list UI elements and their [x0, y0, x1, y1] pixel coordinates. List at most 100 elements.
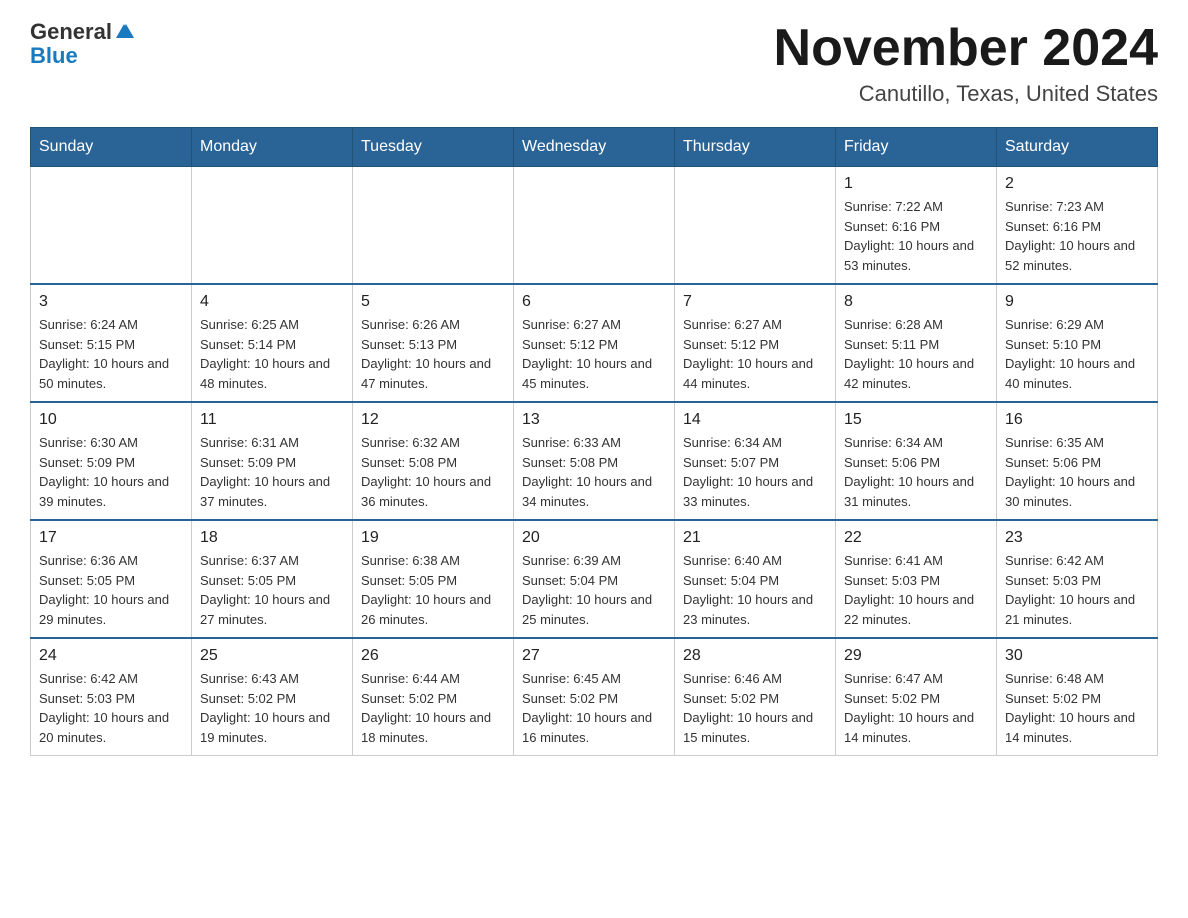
- day-number: 20: [522, 529, 666, 547]
- calendar-day-cell: 21 Sunrise: 6:40 AMSunset: 5:04 PMDayligh…: [675, 520, 836, 638]
- calendar-week-row: 24Sunrise: 6:42 AMSunset: 5:03 PMDayligh…: [31, 638, 1158, 756]
- calendar-day-cell: 10Sunrise: 6:30 AMSunset: 5:09 PMDayligh…: [31, 402, 192, 520]
- calendar-day-header: Saturday: [997, 128, 1158, 167]
- day-number: 4: [200, 293, 344, 311]
- day-info: Sunrise: 6:37 AMSunset: 5:05 PMDaylight:…: [200, 551, 344, 629]
- calendar-day-cell: 30Sunrise: 6:48 AMSunset: 5:02 PMDayligh…: [997, 638, 1158, 756]
- logo-blue-text: Blue: [30, 43, 78, 68]
- month-title: November 2024: [774, 20, 1158, 77]
- calendar-day-cell: 13 Sunrise: 6:33 AMSunset: 5:08 PMDayligh…: [514, 402, 675, 520]
- calendar-day-cell: 17 Sunrise: 6:36 AMSunset: 5:05 PMDayligh…: [31, 520, 192, 638]
- day-number: 6: [522, 293, 666, 311]
- day-info: Sunrise: 6:25 AMSunset: 5:14 PMDaylight:…: [200, 315, 344, 393]
- day-number: 18: [200, 529, 344, 547]
- day-info: Sunrise: 6:35 AMSunset: 5:06 PMDaylight:…: [1005, 433, 1149, 511]
- day-info: Sunrise: 6:40 AMSunset: 5:04 PMDaylight:…: [683, 551, 827, 629]
- calendar-week-row: 17 Sunrise: 6:36 AMSunset: 5:05 PMDayligh…: [31, 520, 1158, 638]
- day-info: Sunrise: 6:33 AMSunset: 5:08 PMDaylight:…: [522, 433, 666, 511]
- day-info: Sunrise: 6:38 AMSunset: 5:05 PMDaylight:…: [361, 551, 505, 629]
- day-info: Sunrise: 6:32 AMSunset: 5:08 PMDaylight:…: [361, 433, 505, 511]
- calendar-day-cell: 3 Sunrise: 6:24 AMSunset: 5:15 PMDaylight…: [31, 284, 192, 402]
- calendar-day-cell: 16 Sunrise: 6:35 AMSunset: 5:06 PMDayligh…: [997, 402, 1158, 520]
- calendar-day-cell: 7 Sunrise: 6:27 AMSunset: 5:12 PMDaylight…: [675, 284, 836, 402]
- title-block: November 2024 Canutillo, Texas, United S…: [774, 20, 1158, 107]
- day-info: Sunrise: 6:44 AMSunset: 5:02 PMDaylight:…: [361, 669, 505, 747]
- calendar-day-cell: 27 Sunrise: 6:45 AMSunset: 5:02 PMDayligh…: [514, 638, 675, 756]
- calendar-day-cell: 22 Sunrise: 6:41 AMSunset: 5:03 PMDayligh…: [836, 520, 997, 638]
- day-info: Sunrise: 6:42 AMSunset: 5:03 PMDaylight:…: [1005, 551, 1149, 629]
- day-number: 7: [683, 293, 827, 311]
- calendar-day-cell: [353, 167, 514, 285]
- calendar-day-cell: [192, 167, 353, 285]
- calendar-week-row: 10Sunrise: 6:30 AMSunset: 5:09 PMDayligh…: [31, 402, 1158, 520]
- day-info: Sunrise: 7:22 AMSunset: 6:16 PMDaylight:…: [844, 197, 988, 275]
- calendar-day-cell: 23 Sunrise: 6:42 AMSunset: 5:03 PMDayligh…: [997, 520, 1158, 638]
- calendar-day-cell: 24Sunrise: 6:42 AMSunset: 5:03 PMDayligh…: [31, 638, 192, 756]
- day-number: 12: [361, 411, 505, 429]
- calendar-day-cell: 26 Sunrise: 6:44 AMSunset: 5:02 PMDayligh…: [353, 638, 514, 756]
- day-number: 9: [1005, 293, 1149, 311]
- calendar-day-cell: 9 Sunrise: 6:29 AMSunset: 5:10 PMDaylight…: [997, 284, 1158, 402]
- logo: General Blue: [30, 20, 134, 68]
- day-number: 19: [361, 529, 505, 547]
- calendar-day-cell: 15 Sunrise: 6:34 AMSunset: 5:06 PMDayligh…: [836, 402, 997, 520]
- calendar-day-cell: 12 Sunrise: 6:32 AMSunset: 5:08 PMDayligh…: [353, 402, 514, 520]
- calendar-day-cell: 25Sunrise: 6:43 AMSunset: 5:02 PMDayligh…: [192, 638, 353, 756]
- day-number: 3: [39, 293, 183, 311]
- calendar-day-cell: 4 Sunrise: 6:25 AMSunset: 5:14 PMDaylight…: [192, 284, 353, 402]
- calendar-day-cell: 5Sunrise: 6:26 AMSunset: 5:13 PMDaylight…: [353, 284, 514, 402]
- day-info: Sunrise: 6:27 AMSunset: 5:12 PMDaylight:…: [522, 315, 666, 393]
- day-info: Sunrise: 6:34 AMSunset: 5:07 PMDaylight:…: [683, 433, 827, 511]
- day-number: 27: [522, 647, 666, 665]
- day-info: Sunrise: 6:26 AMSunset: 5:13 PMDaylight:…: [361, 315, 505, 393]
- calendar-header-row: SundayMondayTuesdayWednesdayThursdayFrid…: [31, 128, 1158, 167]
- day-number: 15: [844, 411, 988, 429]
- day-info: Sunrise: 6:36 AMSunset: 5:05 PMDaylight:…: [39, 551, 183, 629]
- day-info: Sunrise: 6:42 AMSunset: 5:03 PMDaylight:…: [39, 669, 183, 747]
- day-info: Sunrise: 6:41 AMSunset: 5:03 PMDaylight:…: [844, 551, 988, 629]
- calendar-day-cell: 1 Sunrise: 7:22 AMSunset: 6:16 PMDaylight…: [836, 167, 997, 285]
- calendar-day-cell: 6 Sunrise: 6:27 AMSunset: 5:12 PMDaylight…: [514, 284, 675, 402]
- day-number: 16: [1005, 411, 1149, 429]
- day-info: Sunrise: 6:27 AMSunset: 5:12 PMDaylight:…: [683, 315, 827, 393]
- calendar-day-header: Monday: [192, 128, 353, 167]
- day-info: Sunrise: 6:47 AMSunset: 5:02 PMDaylight:…: [844, 669, 988, 747]
- day-number: 14: [683, 411, 827, 429]
- day-number: 29: [844, 647, 988, 665]
- day-number: 28: [683, 647, 827, 665]
- day-info: Sunrise: 6:31 AMSunset: 5:09 PMDaylight:…: [200, 433, 344, 511]
- day-info: Sunrise: 6:45 AMSunset: 5:02 PMDaylight:…: [522, 669, 666, 747]
- calendar-day-cell: 11 Sunrise: 6:31 AMSunset: 5:09 PMDayligh…: [192, 402, 353, 520]
- day-info: Sunrise: 6:24 AMSunset: 5:15 PMDaylight:…: [39, 315, 183, 393]
- day-number: 11: [200, 411, 344, 429]
- day-number: 17: [39, 529, 183, 547]
- calendar-day-cell: 14 Sunrise: 6:34 AMSunset: 5:07 PMDayligh…: [675, 402, 836, 520]
- day-number: 22: [844, 529, 988, 547]
- day-info: Sunrise: 6:43 AMSunset: 5:02 PMDaylight:…: [200, 669, 344, 747]
- day-number: 13: [522, 411, 666, 429]
- day-number: 23: [1005, 529, 1149, 547]
- calendar-day-header: Friday: [836, 128, 997, 167]
- calendar-day-cell: [675, 167, 836, 285]
- day-number: 21: [683, 529, 827, 547]
- logo-icon: [114, 22, 134, 42]
- day-number: 1: [844, 175, 988, 193]
- calendar-day-cell: 28Sunrise: 6:46 AMSunset: 5:02 PMDayligh…: [675, 638, 836, 756]
- day-info: Sunrise: 6:29 AMSunset: 5:10 PMDaylight:…: [1005, 315, 1149, 393]
- calendar-day-header: Sunday: [31, 128, 192, 167]
- day-number: 8: [844, 293, 988, 311]
- logo-general-text: General: [30, 20, 112, 44]
- location-title: Canutillo, Texas, United States: [774, 81, 1158, 107]
- calendar-day-cell: 29 Sunrise: 6:47 AMSunset: 5:02 PMDayligh…: [836, 638, 997, 756]
- calendar-day-header: Tuesday: [353, 128, 514, 167]
- day-info: Sunrise: 6:39 AMSunset: 5:04 PMDaylight:…: [522, 551, 666, 629]
- calendar-week-row: 1 Sunrise: 7:22 AMSunset: 6:16 PMDaylight…: [31, 167, 1158, 285]
- day-number: 30: [1005, 647, 1149, 665]
- day-info: Sunrise: 6:30 AMSunset: 5:09 PMDaylight:…: [39, 433, 183, 511]
- day-info: Sunrise: 6:34 AMSunset: 5:06 PMDaylight:…: [844, 433, 988, 511]
- day-info: Sunrise: 6:28 AMSunset: 5:11 PMDaylight:…: [844, 315, 988, 393]
- calendar-day-cell: 20 Sunrise: 6:39 AMSunset: 5:04 PMDayligh…: [514, 520, 675, 638]
- day-number: 26: [361, 647, 505, 665]
- page-header: General Blue November 2024 Canutillo, Te…: [30, 20, 1158, 107]
- calendar-day-cell: [514, 167, 675, 285]
